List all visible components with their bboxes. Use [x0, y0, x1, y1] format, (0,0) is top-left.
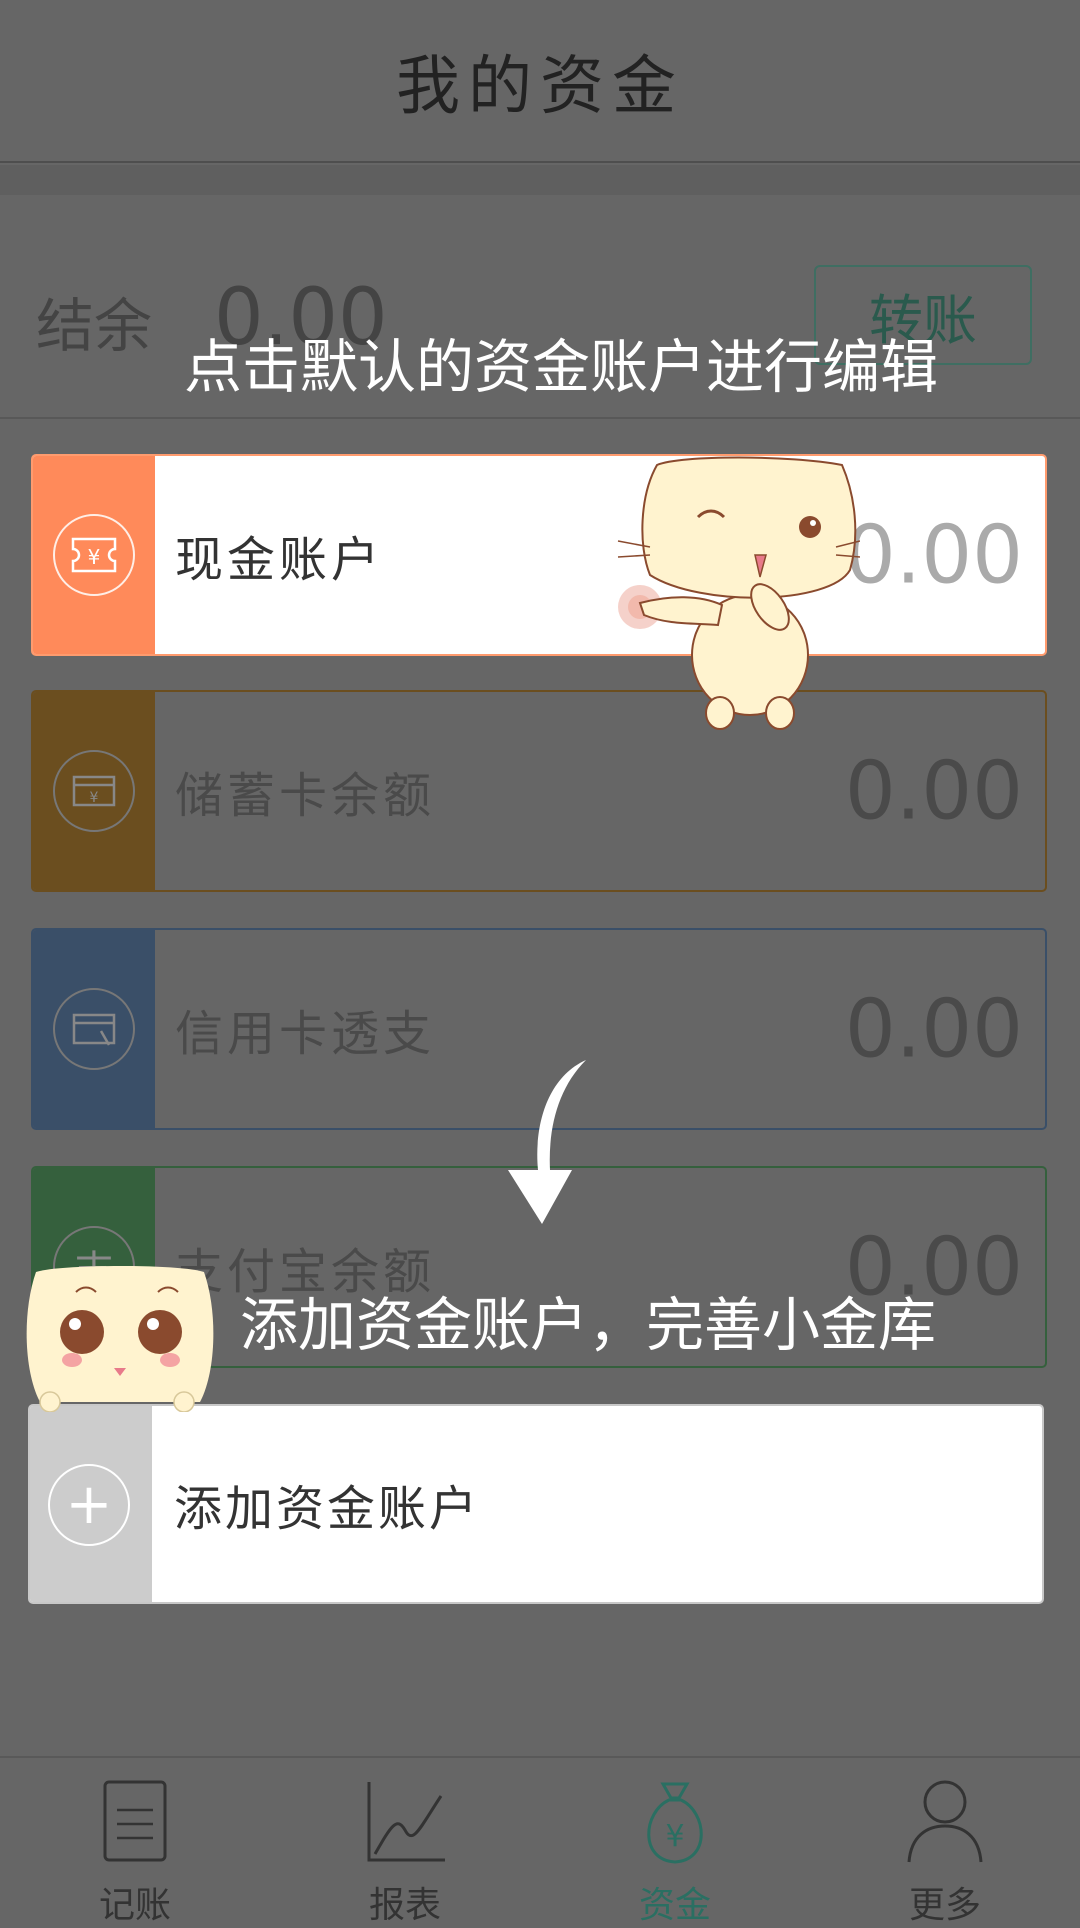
account-name: 现金账户 [175, 532, 384, 588]
svg-text:¥: ¥ [90, 790, 99, 806]
page-header: 我的资金 [0, 0, 1080, 163]
cat-mascot-pointing-icon [617, 456, 860, 730]
credit-card-icon [53, 988, 135, 1070]
svg-text:¥: ¥ [665, 1819, 684, 1854]
balance-label: 结余 [36, 292, 153, 360]
account-name: 信用卡透支 [175, 1006, 436, 1062]
tab-label: 记账 [98, 1885, 171, 1926]
add-account-button[interactable]: + 添加资金账户 [28, 1404, 1044, 1604]
cash-icon: ¥ [53, 514, 135, 596]
tab-label: 报表 [368, 1885, 441, 1926]
account-cash[interactable]: ¥ 现金账户 0.00 [31, 454, 1047, 656]
plus-icon: + [48, 1464, 130, 1546]
tab-bookkeeping[interactable]: 记账 [0, 1758, 270, 1926]
svg-text:¥: ¥ [88, 545, 101, 569]
account-amount: 0.00 [844, 508, 1023, 602]
guide-tip-edit: 点击默认的资金账户进行编辑 [184, 333, 939, 401]
account-amount: 0.00 [844, 982, 1023, 1076]
money-bag-icon: ¥ [647, 1782, 703, 1864]
account-name: 储蓄卡余额 [175, 768, 436, 824]
page-title: 我的资金 [396, 49, 684, 124]
guide-arrow-icon [508, 1060, 586, 1224]
tab-funds[interactable]: ¥ 资金 [540, 1758, 810, 1926]
tab-bar: 记账 报表 ¥ 资金 更多 [0, 1756, 1080, 1926]
tab-reports[interactable]: 报表 [270, 1758, 540, 1926]
guide-tip-add: 添加资金账户，完善小金库 [240, 1291, 937, 1359]
notebook-icon [103, 1780, 167, 1862]
account-amount: 0.00 [844, 744, 1023, 838]
chart-icon [367, 1782, 445, 1862]
add-account-label: 添加资金账户 [174, 1481, 481, 1537]
account-savings-card[interactable]: ¥ 储蓄卡余额 0.00 [31, 690, 1047, 892]
bank-card-icon: ¥ [53, 750, 135, 832]
tab-label: 更多 [908, 1885, 981, 1926]
tab-label: 资金 [638, 1885, 711, 1926]
cat-mascot-peeking-icon [26, 1266, 214, 1412]
user-icon [907, 1780, 983, 1863]
separator-band [0, 165, 1080, 195]
tab-more[interactable]: 更多 [810, 1758, 1080, 1926]
